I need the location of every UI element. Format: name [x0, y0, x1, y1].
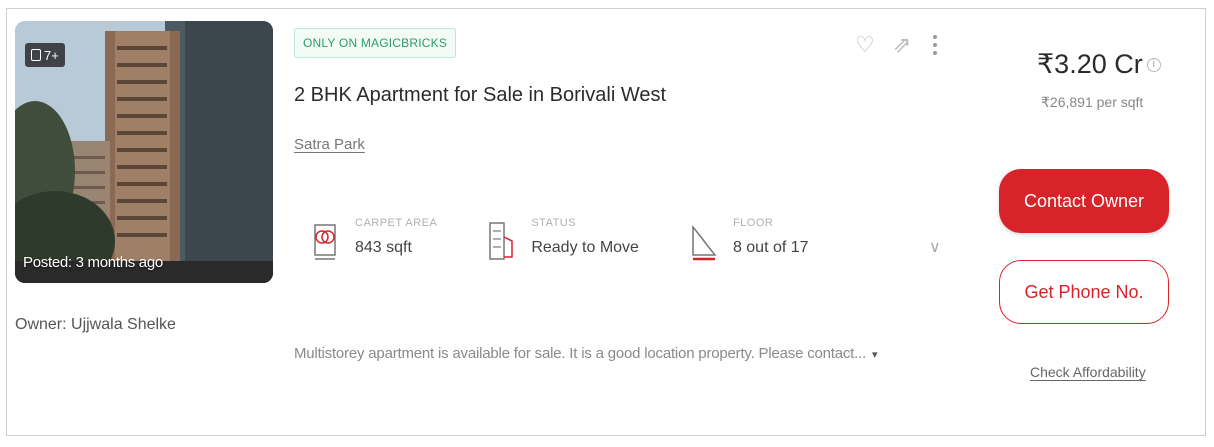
contact-owner-button[interactable]: Contact Owner — [999, 169, 1169, 233]
price-value: ₹3.20 Cr — [1037, 49, 1143, 79]
card-actions: ♡ ⇗ — [855, 34, 938, 56]
more-options-icon[interactable] — [933, 35, 938, 55]
summary-label: FLOOR — [732, 217, 774, 229]
check-affordability-link[interactable]: Check Affordability — [1030, 364, 1146, 380]
expand-description-icon[interactable]: ▾ — [872, 349, 878, 361]
price-per-sqft: ₹26,891 per sqft — [1041, 94, 1144, 110]
chevron-down-icon[interactable]: ∨ — [929, 237, 941, 257]
property-title[interactable]: 2 BHK Apartment for Sale in Borivali Wes… — [294, 84, 666, 107]
property-summary: CARPET AREA 843 sqft STATUS Ready to Mov… — [311, 217, 859, 265]
photo-icon — [31, 49, 41, 61]
summary-value: 843 sqft — [355, 239, 412, 256]
property-description[interactable]: Multistorey apartment is available for s… — [294, 345, 878, 362]
property-photo[interactable]: 7+ Posted: 3 months ago — [15, 21, 273, 283]
photo-count-label: 7+ — [44, 47, 59, 63]
exclusive-badge: ONLY ON MAGICBRICKS — [294, 28, 457, 58]
share-icon[interactable]: ⇗ — [893, 34, 911, 56]
summary-status: STATUS Ready to Move — [487, 217, 639, 265]
favorite-icon[interactable]: ♡ — [855, 34, 875, 56]
info-icon[interactable]: i — [1146, 57, 1161, 72]
summary-carpet-area: CARPET AREA 843 sqft — [311, 217, 437, 265]
locality-link[interactable]: Satra Park — [294, 136, 365, 153]
get-phone-button[interactable]: Get Phone No. — [999, 260, 1169, 324]
photo-count-badge[interactable]: 7+ — [25, 43, 65, 67]
summary-value: Ready to Move — [531, 239, 639, 256]
summary-floor: FLOOR 8 out of 17 — [689, 217, 809, 265]
posted-time: Posted: 3 months ago — [23, 254, 163, 271]
floor-icon — [692, 224, 717, 261]
owner-name: Owner: Ujjwala Shelke — [15, 316, 176, 333]
summary-value: 8 out of 17 — [732, 239, 809, 256]
summary-label: CARPET AREA — [355, 217, 438, 229]
status-icon — [489, 222, 514, 260]
description-text: Multistorey apartment is available for s… — [294, 345, 867, 362]
price: ₹3.20 Cr i — [1037, 49, 1161, 80]
area-icon — [314, 224, 336, 260]
property-card[interactable]: 7+ Posted: 3 months ago Owner: Ujjwala S… — [6, 8, 1206, 436]
summary-label: STATUS — [531, 217, 577, 229]
